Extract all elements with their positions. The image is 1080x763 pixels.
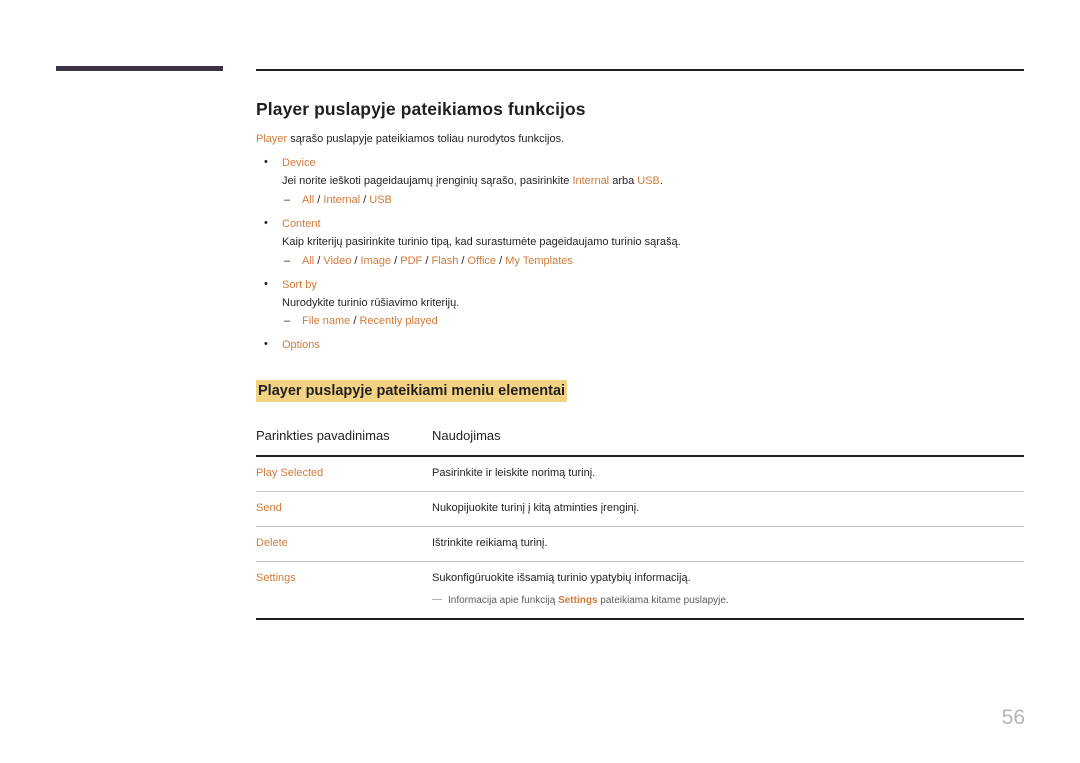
option-office: Office [467,254,497,267]
table-row: Send Nukopijuokite turinį į kitą atminti… [256,491,1024,528]
device-desc-mid: arba [609,174,638,187]
left-decorative-rule [56,66,223,71]
option-all: All [302,193,315,206]
option-pdf: PDF [400,254,423,267]
table-header-usage: Naudojimas [432,428,1024,458]
table-header-option-name: Parinkties pavadinimas [256,428,432,458]
device-desc-internal: Internal [572,174,610,187]
option-row: File name / Recently played [282,314,1024,330]
note-before: Informacija apie funkciją [448,595,559,607]
option-video: Video [323,254,352,267]
content-column: Player puslapyje pateikiamos funkcijos P… [256,69,1024,620]
intro-rest: sąrašo puslapyje pateikiamos toliau nuro… [287,133,565,145]
note-settings-term: Settings [558,595,598,607]
option-internal: Internal [323,193,361,206]
content-options: All / Video / Image / PDF / Flash / Offi… [282,254,1024,270]
sort-by-options: File name / Recently played [282,314,1024,330]
device-options: All / Internal / USB [282,193,1024,209]
option-row: All / Video / Image / PDF / Flash / Offi… [282,254,1024,270]
list-item: Device Jei norite ieškoti pageidaujamų į… [256,155,1024,209]
bullet-title-sort-by: Sort by [282,278,317,291]
table-row: Delete Ištrinkite reikiamą turinį. [256,526,1024,563]
bullet-title-content: Content [282,217,321,230]
row-name-settings: Settings [256,561,432,620]
note-after: pateikiama kitame puslapyje. [597,595,729,607]
menu-items-table: Parinkties pavadinimas Naudojimas Play S… [256,428,1024,620]
settings-usage-text: Sukonfigūruokite išsamią turinio ypatybi… [432,572,691,585]
device-desc-before: Jei norite ieškoti pageidaujamų įrengini… [282,174,573,187]
row-name-delete: Delete [256,526,432,563]
highlighted-subheading: Player puslapyje pateikiami meniu elemen… [256,380,568,403]
bullet-desc-device: Jei norite ieškoti pageidaujamų įrengini… [282,174,1024,190]
list-item: Options [256,337,1024,354]
option-file-name: File name [302,315,351,328]
intro-paragraph: Player sąrašo puslapyje pateikiamos toli… [256,132,1024,148]
row-usage-settings: Sukonfigūruokite išsamią turinio ypatybi… [432,561,1024,620]
bullet-desc-content: Kaip kriterijų pasirinkite turinio tipą,… [282,235,681,248]
settings-note: Informacija apie funkciją Settings patei… [432,593,1024,609]
option-image: Image [360,254,392,267]
bullet-desc-sort-by: Nurodykite turinio rūšiavimo kriterijų. [282,296,460,309]
page-number: 56 [1001,706,1025,729]
intro-lead-term: Player [256,133,288,145]
device-desc-after: . [659,174,663,187]
option-all: All [302,254,315,267]
option-usb: USB [369,193,392,206]
option-row: All / Internal / USB [282,193,1024,209]
bullet-title-options: Options [282,339,320,352]
option-flash: Flash [431,254,459,267]
document-page: Player puslapyje pateikiamos funkcijos P… [0,0,1080,763]
table-row: Settings Sukonfigūruokite išsamią turini… [256,561,1024,620]
option-recently-played: Recently played [359,315,438,328]
table-header-row: Parinkties pavadinimas Naudojimas [256,428,1024,458]
page-title: Player puslapyje pateikiamos funkcijos [256,99,586,119]
row-usage-play-selected: Pasirinkite ir leiskite norimą turinį. [432,456,1024,493]
bullet-title-device: Device [282,156,316,169]
device-desc-usb: USB [637,174,660,187]
row-name-play-selected: Play Selected [256,456,432,493]
row-usage-send: Nukopijuokite turinį į kitą atminties įr… [432,491,1024,528]
feature-bullet-list: Device Jei norite ieškoti pageidaujamų į… [256,155,1024,354]
list-item: Content Kaip kriterijų pasirinkite turin… [256,216,1024,270]
table-row: Play Selected Pasirinkite ir leiskite no… [256,456,1024,493]
option-my-templates: My Templates [505,254,573,267]
list-item: Sort by Nurodykite turinio rūšiavimo kri… [256,277,1024,331]
row-name-send: Send [256,491,432,528]
row-usage-delete: Ištrinkite reikiamą turinį. [432,526,1024,563]
